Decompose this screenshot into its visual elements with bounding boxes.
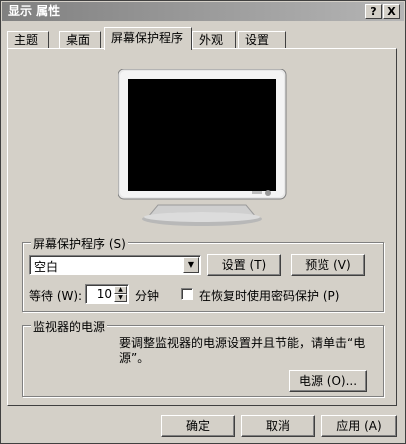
cancel-button[interactable]: 取消	[241, 415, 315, 437]
screensaver-selected-value: 空白	[34, 260, 59, 274]
screensaver-select[interactable]: 空白 ▼	[29, 255, 201, 275]
title-bar[interactable]: 显示 属性 ? X	[2, 2, 404, 21]
help-button[interactable]: ?	[365, 4, 382, 19]
window-title: 显示 属性	[8, 4, 61, 18]
close-button[interactable]: X	[383, 4, 400, 19]
tab-desktop[interactable]: 桌面	[59, 31, 101, 49]
screensaver-panel: 屏幕保护程序 (S) 空白 ▼ 设置 (T) 预览 (V) 等待 (W): 10…	[7, 48, 397, 406]
minutes-label: 分钟	[135, 289, 160, 303]
tab-settings[interactable]: 设置	[238, 31, 286, 49]
settings-button[interactable]: 设置 (T)	[207, 254, 281, 276]
chevron-down-icon[interactable]: ▼	[183, 257, 199, 273]
power-button[interactable]: 电源 (O)...	[289, 370, 367, 392]
monitor-preview	[117, 68, 288, 237]
tab-screensaver[interactable]: 屏幕保护程序	[104, 27, 192, 50]
preview-button[interactable]: 预览 (V)	[291, 254, 365, 276]
power-group: 监视器的电源 要调整监视器的电源设置并且节能，请单击“电源”。 电源 (O)..…	[22, 318, 384, 397]
display-properties-window: 显示 属性 ? X 主题 桌面 屏幕保护程序 外观 设置 屏幕保护程序 (S)	[0, 0, 406, 444]
password-checkbox[interactable]	[181, 288, 193, 300]
power-group-label: 监视器的电源	[31, 318, 108, 335]
wait-label: 等待 (W):	[29, 289, 83, 303]
wait-value: 10	[96, 287, 112, 301]
screensaver-group: 屏幕保护程序 (S) 空白 ▼ 设置 (T) 预览 (V) 等待 (W): 10…	[22, 235, 384, 312]
apply-button[interactable]: 应用 (A)	[321, 415, 397, 437]
tab-appearance[interactable]: 外观	[192, 31, 236, 49]
password-label: 在恢复时使用密码保护 (P)	[199, 289, 340, 303]
wait-minutes-stepper[interactable]: 10 ▲ ▼	[85, 284, 129, 304]
spin-up-icon[interactable]: ▲	[114, 286, 127, 294]
screensaver-group-label: 屏幕保护程序 (S)	[31, 235, 128, 252]
ok-button[interactable]: 确定	[161, 415, 235, 437]
power-description: 要调整监视器的电源设置并且节能，请单击“电源”。	[119, 336, 366, 365]
tab-themes[interactable]: 主题	[7, 31, 49, 49]
spin-down-icon[interactable]: ▼	[114, 294, 127, 302]
